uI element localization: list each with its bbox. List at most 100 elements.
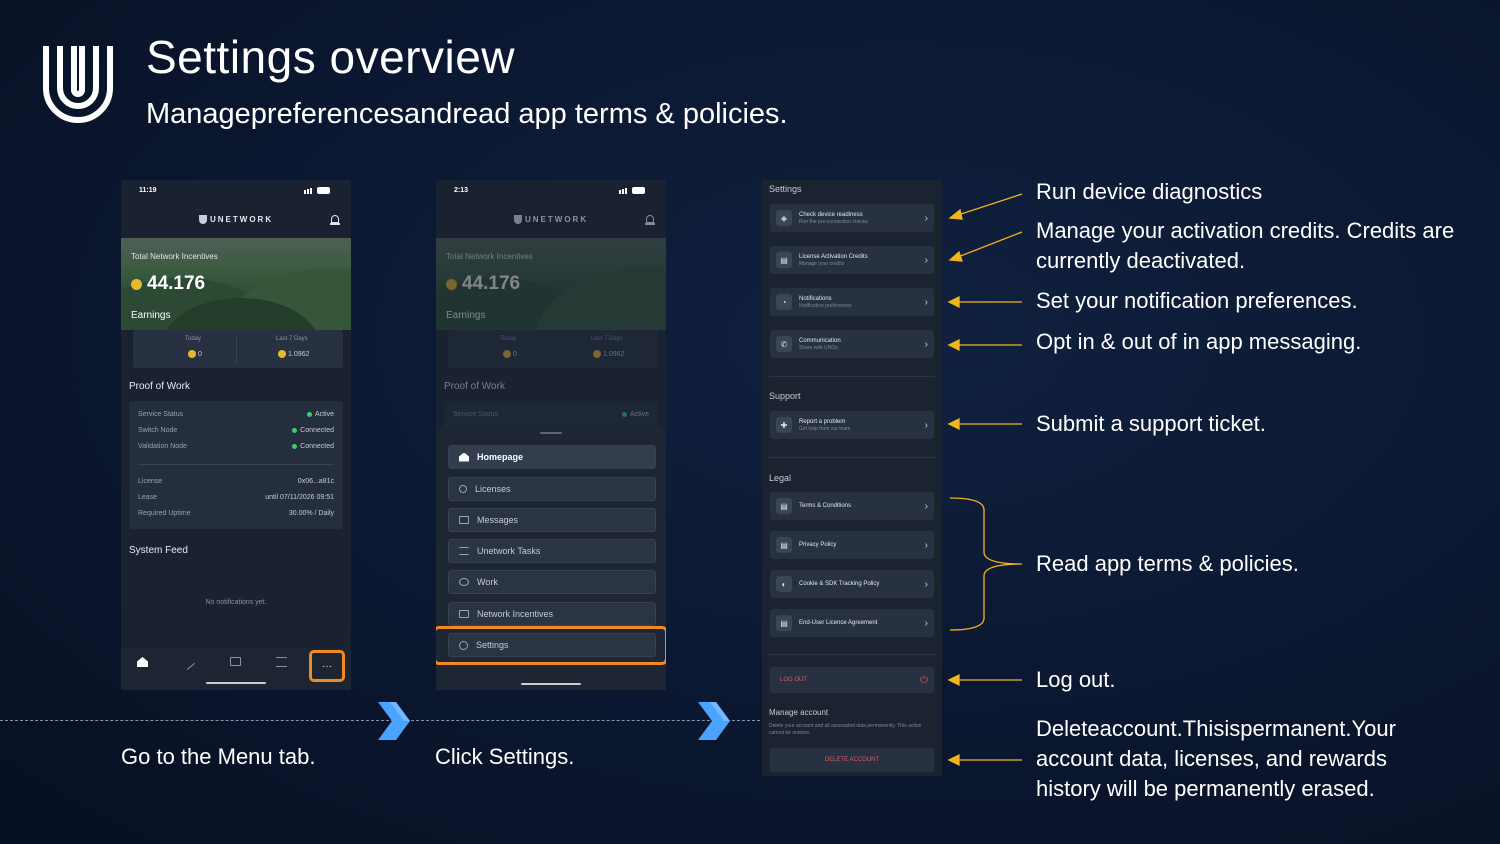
phone-screen-settings: Settings ◈ Check device readiness Run the… [762, 180, 942, 776]
hero-value: 44.176 [131, 273, 205, 295]
chevron-right-icon: › [924, 419, 928, 431]
logout-icon: ⏻ [920, 674, 928, 686]
earnings-card: Today 0 Last 7 Days 1.0962 [448, 330, 658, 368]
manage-account-desc: Delete your account and all associated d… [769, 723, 922, 736]
menu-item-messages[interactable]: Messages [448, 508, 656, 532]
annotation-support: Submit a support ticket. [1036, 411, 1266, 436]
proof-of-work-title: Proof of Work [444, 381, 505, 392]
logout-button[interactable]: LOG OUT ⏻ [770, 667, 934, 693]
document-icon: ▤ [776, 615, 792, 631]
legal-section-title: Legal [769, 473, 792, 483]
manage-account-title: Manage account [769, 708, 829, 717]
annotation-messaging: Opt in & out of in app messaging. [1036, 329, 1362, 354]
bell-icon[interactable] [645, 214, 655, 226]
brand-logo: UNETWORK [199, 215, 273, 224]
brand-name: UNETWORK [210, 215, 274, 224]
settings-section-title: Settings [769, 184, 802, 194]
brand-logo: UNETWORK [514, 215, 588, 224]
bottom-nav: ··· [121, 648, 351, 690]
hero-label: Total Network Incentives [131, 252, 218, 261]
home-icon[interactable] [137, 657, 148, 667]
legal-item-cookie-policy[interactable]: ◐ Cookie & SDK Tracking Policy › [770, 570, 934, 598]
menu-item-homepage[interactable]: Homepage [448, 445, 656, 469]
annotation-logout: Log out. [1036, 667, 1116, 692]
chevron-right-icon: › [924, 578, 928, 590]
chevron-right-icon: › [924, 296, 928, 308]
cookie-icon: ◐ [776, 576, 792, 592]
message-icon [459, 516, 469, 524]
gift-icon [459, 610, 469, 618]
support-section-title: Support [769, 391, 801, 401]
key-icon [459, 485, 467, 493]
annotation-arrows [947, 193, 1023, 767]
settings-highlight [436, 626, 666, 665]
system-feed-title: System Feed [129, 545, 188, 556]
settings-item-license-credits[interactable]: ▤ License Activation Credits Manage your … [770, 246, 934, 274]
legal-item-eula[interactable]: ▤ End-User Licence Agreement › [770, 609, 934, 637]
license-value[interactable]: 0x06...a81c [298, 478, 334, 485]
status-icons [304, 187, 332, 195]
menu-item-licenses[interactable]: Licenses [448, 477, 656, 501]
key-icon[interactable] [180, 655, 196, 671]
hero-banner: Total Network Incentives 44.176 Earnings [436, 238, 666, 330]
document-icon: ▤ [776, 252, 792, 268]
settings-item-report-problem[interactable]: ✚ Report a problem Get help from our team… [770, 411, 934, 439]
phone-screen-home: 11:19 UNETWORK Total Network Incentives … [121, 180, 351, 690]
step2-caption: Click Settings. [435, 744, 575, 769]
step1-caption: Go to the Menu tab. [121, 744, 316, 769]
page-title: Settings overview [146, 31, 515, 83]
status-badge: Active [306, 411, 334, 418]
last7-label: Last 7 Days [276, 336, 308, 342]
annotation-diagnostics: Run device diagnostics [1036, 179, 1263, 204]
annotation-delete: Deleteaccount.Thisispermanent.Your accou… [1036, 716, 1396, 801]
today-value: 0 [188, 350, 202, 358]
chevron-right-icon: › [924, 338, 928, 350]
status-icons [619, 187, 647, 195]
annotation-legal: Read app terms & policies. [1036, 551, 1299, 576]
menu-item-unetwork-tasks[interactable]: Unetwork Tasks [448, 539, 656, 563]
chevron-right-icon: › [924, 539, 928, 551]
last7-value: 1.0962 [278, 350, 309, 358]
message-icon[interactable] [230, 657, 241, 666]
tasks-icon [459, 547, 469, 555]
settings-item-communication[interactable]: ✆ Communication Share with UNOs › [770, 330, 934, 358]
menu-item-network-incentives[interactable]: Network Incentives [448, 602, 656, 626]
legal-item-terms[interactable]: ▤ Terms & Conditions › [770, 492, 934, 520]
phone-icon: ✆ [776, 336, 792, 352]
feed-empty-text: No notifications yet. [205, 599, 267, 606]
chevron-right-icon: › [924, 500, 928, 512]
chevron-right-icon: › [924, 254, 928, 266]
unetwork-logo-icon [43, 46, 113, 123]
hero-value: 44.176 [462, 273, 521, 294]
settings-item-notifications[interactable]: ◔ Notifications Notification preferences … [770, 288, 934, 316]
coin-icon [131, 278, 142, 290]
annotation-credits: Manage your activation credits. Credits … [1036, 218, 1455, 273]
document-icon: ▤ [776, 537, 792, 553]
bell-icon[interactable] [330, 214, 340, 226]
legal-item-privacy[interactable]: ▤ Privacy Policy › [770, 531, 934, 559]
chevron-right-icon [698, 702, 730, 740]
home-icon [459, 452, 469, 462]
chevron-right-icon: › [924, 617, 928, 629]
phone-screen-menu: 2:13 UNETWORK Total Network Incentives 4… [436, 180, 666, 690]
bell-icon: ◔ [776, 294, 792, 310]
settings-item-check-device[interactable]: ◈ Check device readiness Run the pre-conn… [770, 204, 934, 232]
today-label: Today [185, 336, 202, 342]
document-icon: ▤ [776, 498, 792, 514]
more-icon[interactable]: ··· [309, 650, 345, 682]
delete-account-button[interactable]: DELETE ACCOUNT [770, 748, 934, 772]
earnings-label: Earnings [131, 310, 171, 321]
shield-icon: ◈ [776, 210, 792, 226]
lifebuoy-icon: ✚ [776, 417, 792, 433]
earnings-card: Today 0 Last 7 Days 1.0962 [133, 330, 343, 368]
status-time: 2:13 [454, 187, 469, 194]
status-time: 11:19 [139, 187, 157, 194]
chevron-right-icon: › [924, 212, 928, 224]
tasks-icon[interactable] [276, 657, 287, 667]
link-icon [459, 578, 469, 586]
page-subtitle: Managepreferencesandread app terms & pol… [146, 98, 788, 130]
brand-shield-icon [199, 215, 207, 224]
menu-sheet: Homepage Licenses Messages Unetwork Task… [436, 427, 666, 690]
proof-of-work-title: Proof of Work [129, 381, 190, 392]
menu-item-work[interactable]: Work [448, 570, 656, 594]
